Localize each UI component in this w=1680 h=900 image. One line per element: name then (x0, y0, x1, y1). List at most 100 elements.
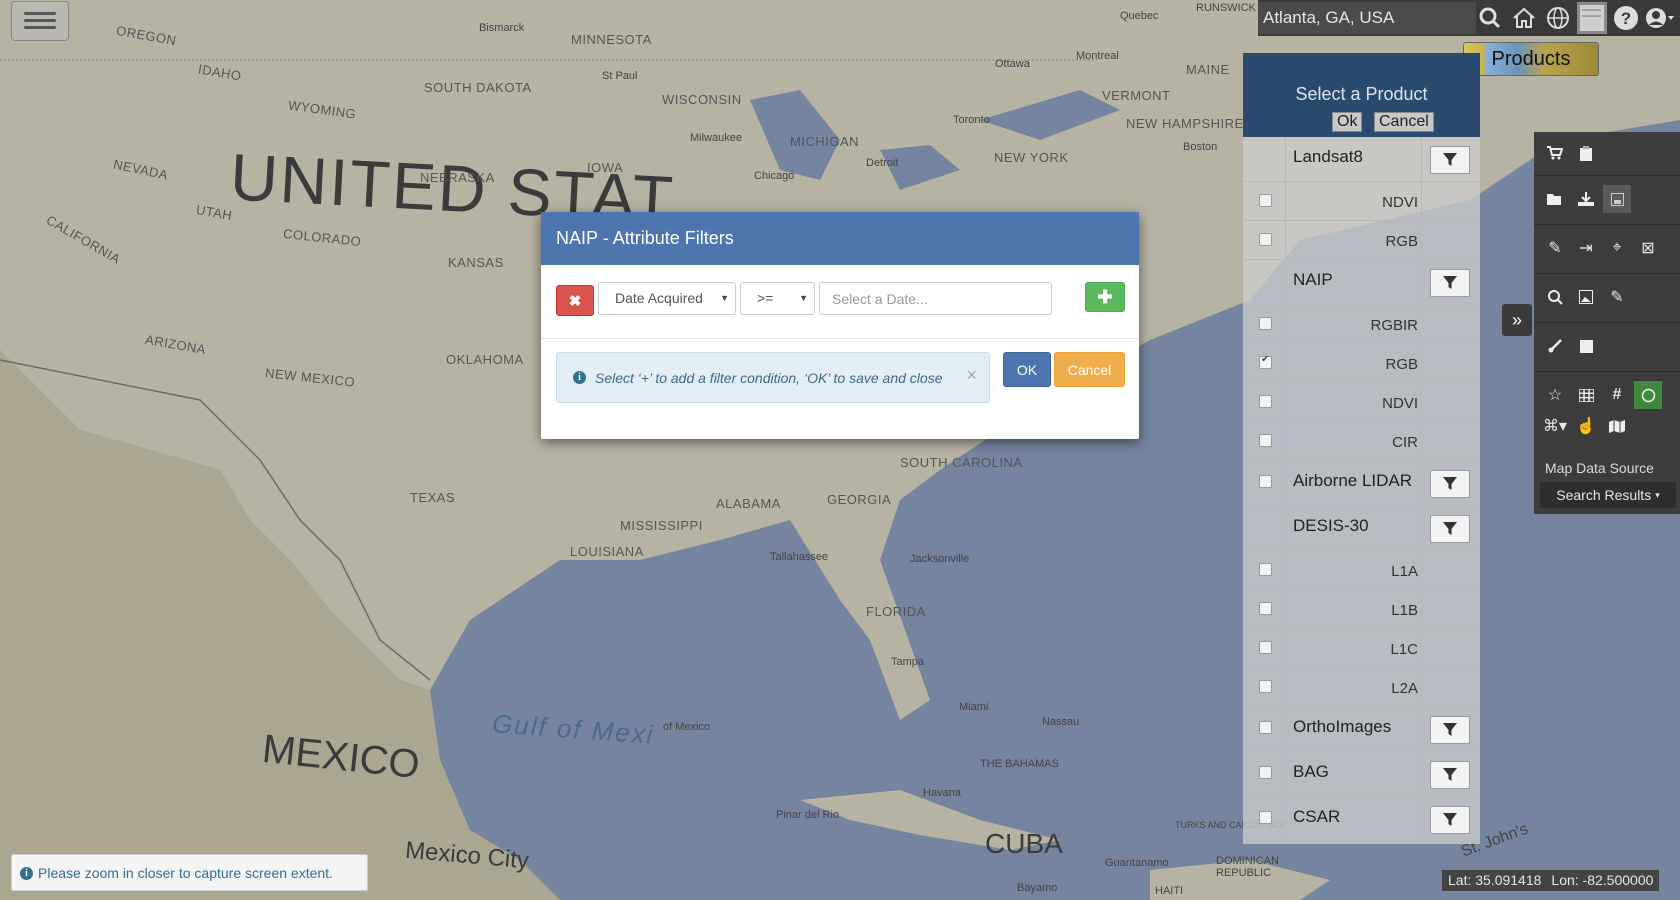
map-label-city: Bismarck (479, 22, 525, 34)
clipboard-icon[interactable] (1572, 139, 1600, 167)
edit-icon[interactable]: ✎ (1603, 283, 1631, 311)
dialog-header: NAIP - Attribute Filters (541, 212, 1139, 265)
product-list: Landsat8 NDVI RGB NAIP RGBIR RGB NDVI CIR Airbor… (1243, 137, 1480, 842)
column-divider (1285, 797, 1286, 841)
filter-button[interactable] (1430, 470, 1470, 498)
map-label-city: Pinar del Rio (776, 809, 839, 821)
column-divider (1421, 260, 1422, 304)
product-ok-button[interactable]: Ok (1332, 112, 1363, 132)
product-checkbox[interactable] (1259, 475, 1272, 488)
basemap-thumbnail[interactable] (1577, 2, 1607, 34)
main-menu-button[interactable] (11, 1, 69, 41)
product-group-row: DESIS-30 (1243, 506, 1480, 551)
map-label-city: Toronto (953, 114, 990, 126)
product-group-row: NAIP (1243, 260, 1480, 305)
filter-button[interactable] (1430, 146, 1470, 174)
download-icon[interactable] (1572, 185, 1600, 213)
map-label-state: VERMONT (1102, 88, 1171, 103)
tool-group-draw (1534, 323, 1680, 372)
product-checkbox[interactable] (1259, 602, 1272, 615)
user-icon[interactable] (1645, 2, 1675, 34)
cancel-button[interactable]: Cancel (1054, 352, 1125, 387)
map-label-city: Bayamo (1017, 882, 1058, 894)
info-message: Select ‘+’ to add a filter condition, ‘O… (595, 370, 943, 386)
filter-button[interactable] (1430, 716, 1470, 744)
map-marker-dropdown-icon[interactable]: ⌘▾ (1541, 412, 1569, 440)
product-panel-header: Select a Product Ok Cancel (1243, 53, 1480, 137)
filter-button[interactable] (1430, 761, 1470, 789)
column-divider (1421, 707, 1422, 751)
tool-group-file (1534, 176, 1680, 225)
field-select[interactable]: Date Acquired ▼ (598, 282, 736, 315)
product-checkbox[interactable] (1259, 563, 1272, 576)
map-data-source-value: Search Results (1556, 487, 1652, 503)
map-icon[interactable] (1603, 412, 1631, 440)
column-divider (1285, 422, 1286, 460)
map-label-state: SOUTH CAROLINA (900, 455, 1023, 470)
brush-icon[interactable] (1541, 332, 1569, 360)
product-checkbox[interactable] (1259, 766, 1272, 779)
product-subitem-label: L1A (1391, 563, 1418, 580)
add-filter-button[interactable]: ✚ (1085, 282, 1125, 312)
hand-pointer-icon[interactable]: ☝ (1572, 412, 1600, 440)
product-subitem-label: NDVI (1382, 194, 1418, 211)
svg-text:?: ? (1621, 9, 1631, 28)
map-label-country: CUBA (985, 828, 1063, 859)
column-divider (1285, 221, 1286, 259)
filter-button[interactable] (1430, 515, 1470, 543)
product-panel-title: Select a Product (1295, 84, 1428, 104)
star-icon[interactable]: ☆ (1541, 381, 1569, 409)
pencil-icon[interactable]: ✎ (1541, 234, 1569, 262)
circle-icon[interactable] (1634, 381, 1662, 409)
column-divider (1285, 344, 1286, 382)
map-label-city: Ottawa (995, 58, 1030, 70)
grid-icon[interactable] (1572, 381, 1600, 409)
product-checkbox[interactable] (1259, 395, 1272, 408)
product-cancel-button[interactable]: Cancel (1374, 112, 1434, 132)
date-input[interactable] (819, 282, 1052, 315)
crosshair-icon[interactable]: ⌖ (1603, 234, 1631, 262)
close-box-icon[interactable]: ⊠ (1634, 234, 1662, 262)
zoom-in-icon[interactable] (1541, 283, 1569, 311)
folder-open-icon[interactable] (1541, 185, 1569, 213)
product-checkbox[interactable] (1259, 194, 1272, 207)
column-divider (1421, 752, 1422, 796)
home-icon[interactable] (1509, 2, 1539, 34)
column-divider (1421, 551, 1422, 589)
column-divider (1421, 506, 1422, 550)
column-divider (1285, 305, 1286, 343)
product-subitem-row: NDVI (1243, 182, 1480, 221)
save-icon[interactable] (1603, 185, 1631, 213)
ok-button[interactable]: OK (1003, 352, 1051, 387)
product-checkbox[interactable] (1259, 354, 1272, 369)
location-search-input[interactable] (1258, 2, 1476, 34)
image-icon[interactable] (1572, 283, 1600, 311)
product-checkbox[interactable] (1259, 811, 1272, 824)
hashtag-icon[interactable]: # (1603, 381, 1631, 409)
operator-select[interactable]: >= ▼ (740, 282, 815, 315)
product-checkbox[interactable] (1259, 233, 1272, 246)
latitude-readout: Lat: 35.091418 (1448, 872, 1542, 888)
product-checkbox[interactable] (1259, 680, 1272, 693)
product-checkbox[interactable] (1259, 317, 1272, 330)
products-button[interactable]: Products (1463, 42, 1599, 76)
map-label-city: Guantanamo (1105, 857, 1169, 869)
double-chevron-right-icon[interactable]: » (1502, 304, 1532, 336)
product-checkbox[interactable] (1259, 641, 1272, 654)
column-divider (1285, 182, 1286, 220)
cart-icon[interactable] (1541, 139, 1569, 167)
help-icon[interactable]: ? (1611, 2, 1641, 34)
map-data-source-dropdown[interactable]: Search Results ▾ (1540, 482, 1676, 508)
remove-filter-button[interactable]: ✖ (556, 285, 594, 316)
filter-button[interactable] (1430, 806, 1470, 834)
sign-in-icon[interactable]: ⇥ (1572, 234, 1600, 262)
map-label-city: Tampa (891, 656, 925, 668)
product-checkbox[interactable] (1259, 721, 1272, 734)
search-icon[interactable] (1475, 2, 1505, 34)
map-label-state: KANSAS (448, 255, 504, 270)
filter-button[interactable] (1430, 269, 1470, 297)
product-checkbox[interactable] (1259, 434, 1272, 447)
globe-icon[interactable] (1543, 2, 1573, 34)
square-icon[interactable] (1572, 332, 1600, 360)
close-icon[interactable]: × (966, 365, 977, 386)
